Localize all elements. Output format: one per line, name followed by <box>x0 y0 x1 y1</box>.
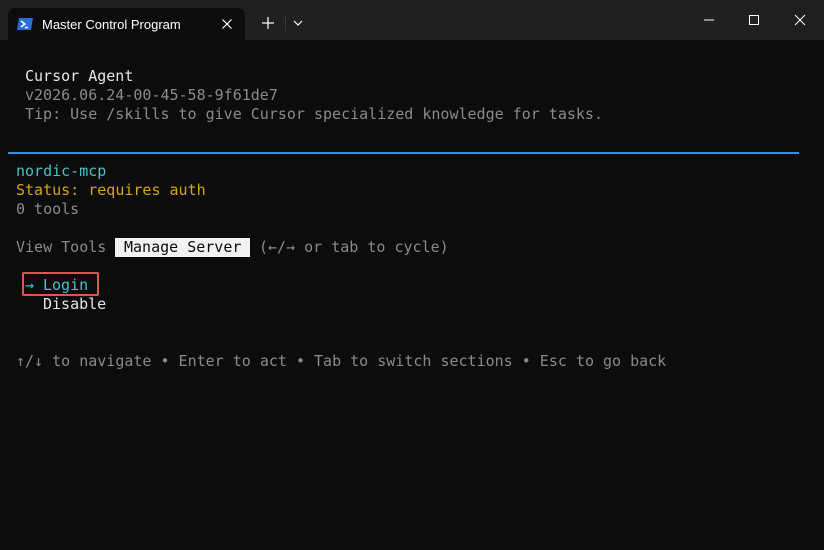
help-text: ↑/↓ to navigate • Enter to act • Tab to … <box>16 352 667 370</box>
section-divider <box>8 152 799 154</box>
terminal-tab[interactable]: Master Control Program <box>8 8 245 40</box>
close-window-button[interactable] <box>777 0 823 40</box>
login-action[interactable]: Login <box>43 276 88 295</box>
tools-count: 0 tools <box>16 200 80 218</box>
close-icon[interactable] <box>219 16 235 32</box>
app-name: Cursor Agent <box>25 67 134 85</box>
tab-manage-server[interactable]: Manage Server <box>115 238 251 257</box>
powershell-icon <box>17 16 33 32</box>
plus-icon[interactable] <box>259 14 277 32</box>
selection-arrow: → <box>25 276 35 294</box>
tab-separator <box>285 15 286 31</box>
server-name: nordic-mcp <box>16 162 107 180</box>
version-text: v2026.06.24-00-45-58-9f61de7 <box>25 86 278 104</box>
tab-title: Master Control Program <box>42 17 181 32</box>
disable-action[interactable]: Disable <box>43 295 106 314</box>
title-bar: Master Control Program <box>0 0 824 40</box>
tab-view-tools[interactable]: View Tools <box>16 238 106 257</box>
tip-text: Tip: Use /skills to give Cursor speciali… <box>25 105 603 123</box>
minimize-button[interactable] <box>686 0 732 40</box>
minimize-icon <box>704 19 714 21</box>
cycle-hint: (←/→ or tab to cycle) <box>259 238 449 256</box>
maximize-button[interactable] <box>731 0 777 40</box>
chevron-down-icon[interactable] <box>290 15 306 31</box>
server-status: Status: requires auth <box>16 181 206 199</box>
close-icon <box>794 14 806 26</box>
maximize-icon <box>749 15 759 25</box>
